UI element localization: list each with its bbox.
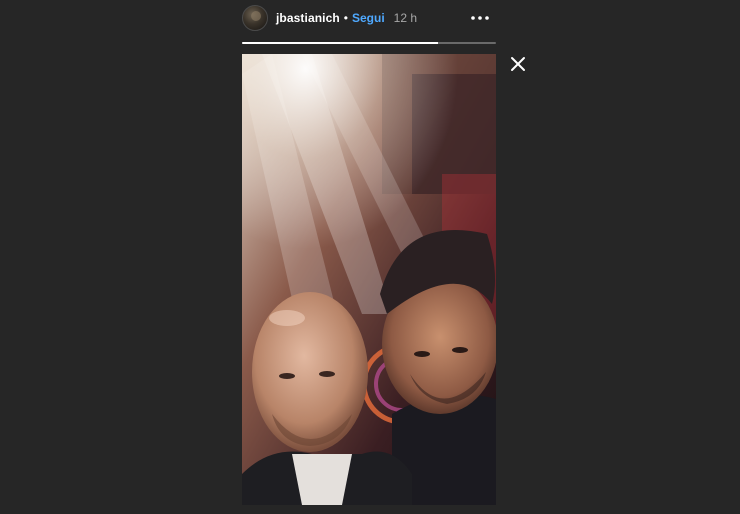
- story-progress-fill: [242, 42, 438, 44]
- story-media[interactable]: [242, 54, 496, 505]
- close-icon: [511, 57, 525, 71]
- story-header: jbastianich • Segui 12 h: [242, 5, 496, 31]
- follow-button[interactable]: Segui: [352, 11, 385, 25]
- username-link[interactable]: jbastianich: [276, 11, 340, 25]
- separator-dot: •: [343, 11, 348, 25]
- user-avatar[interactable]: [242, 5, 268, 31]
- story-progress-bar: [242, 42, 496, 44]
- more-options-button[interactable]: [466, 8, 494, 28]
- timestamp: 12 h: [393, 11, 418, 25]
- story-viewer: jbastianich • Segui 12 h: [0, 0, 740, 514]
- more-horizontal-icon: [471, 16, 489, 20]
- story-photo: [242, 54, 496, 505]
- close-button[interactable]: [508, 54, 528, 74]
